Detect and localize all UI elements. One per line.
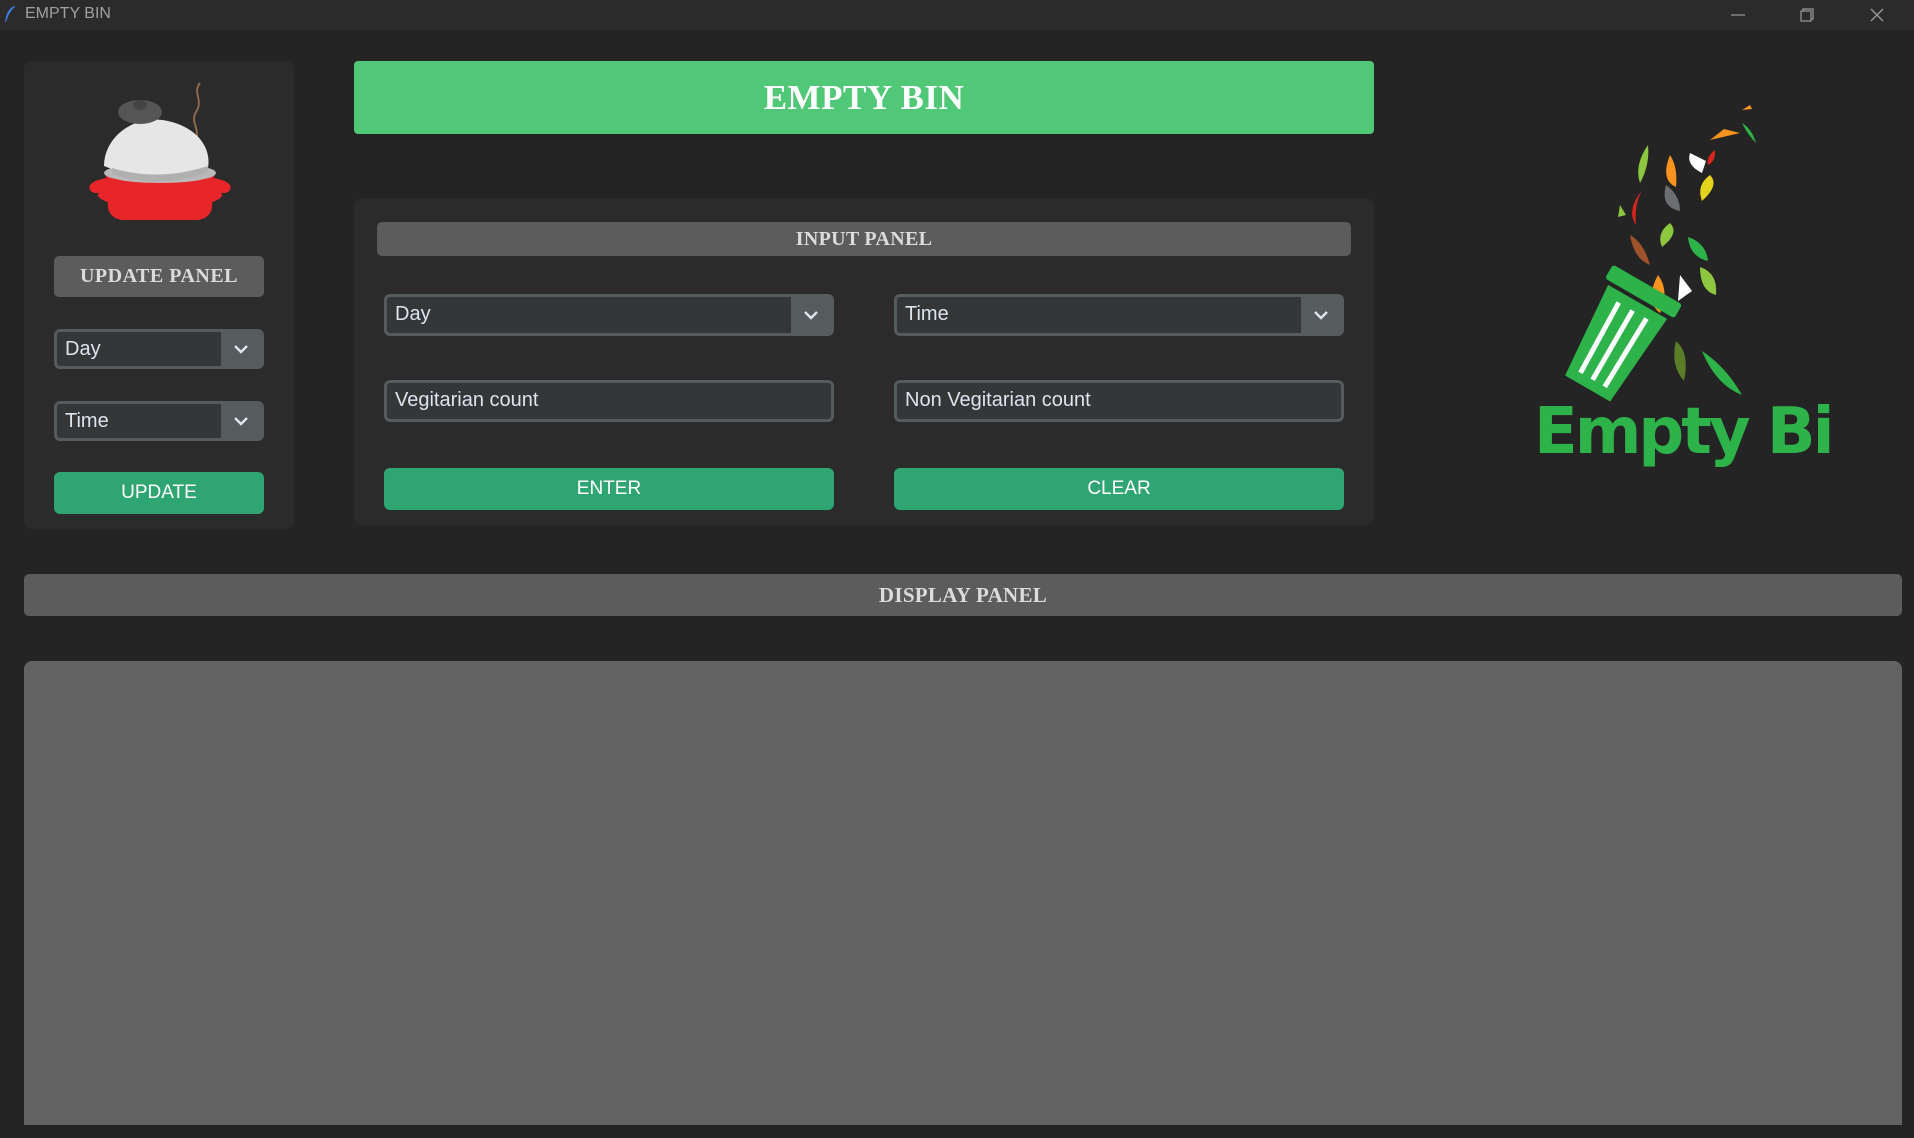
input-panel-header: INPUT PANEL — [377, 222, 1351, 256]
update-day-value: Day — [65, 338, 101, 360]
cooking-pot-icon — [82, 78, 238, 232]
input-day-value: Day — [395, 303, 431, 325]
empty-bin-logo: Empty Bin — [1530, 95, 1877, 479]
title-bar: EMPTY BIN — [0, 0, 1914, 30]
enter-button[interactable]: ENTER — [384, 468, 834, 510]
clear-button[interactable]: CLEAR — [894, 468, 1344, 510]
chevron-down-icon[interactable] — [791, 297, 831, 333]
update-day-select[interactable]: Day — [54, 329, 264, 369]
feather-icon — [4, 5, 16, 27]
minimize-icon[interactable] — [1715, 0, 1761, 30]
chevron-down-icon[interactable] — [221, 404, 261, 438]
display-area — [24, 661, 1902, 1125]
app-banner-title: EMPTY BIN — [354, 61, 1374, 134]
input-time-value: Time — [905, 303, 949, 325]
input-time-select[interactable]: Time — [894, 294, 1344, 336]
window-title: EMPTY BIN — [25, 5, 111, 22]
display-panel-header: DISPLAY PANEL — [24, 574, 1902, 616]
update-time-value: Time — [65, 410, 109, 432]
update-panel-header: UPDATE PANEL — [54, 256, 264, 297]
bottom-edge — [0, 1125, 1914, 1138]
svg-text:Empty Bin: Empty Bin — [1534, 395, 1830, 469]
maximize-icon[interactable] — [1784, 0, 1830, 30]
update-time-select[interactable]: Time — [54, 401, 264, 441]
chevron-down-icon[interactable] — [221, 332, 261, 366]
update-button[interactable]: UPDATE — [54, 472, 264, 514]
close-icon[interactable] — [1854, 0, 1900, 30]
non-vegetarian-count-field[interactable]: Non Vegitarian count — [894, 380, 1344, 422]
vegetarian-count-field[interactable]: Vegitarian count — [384, 380, 834, 422]
chevron-down-icon[interactable] — [1301, 297, 1341, 333]
input-day-select[interactable]: Day — [384, 294, 834, 336]
